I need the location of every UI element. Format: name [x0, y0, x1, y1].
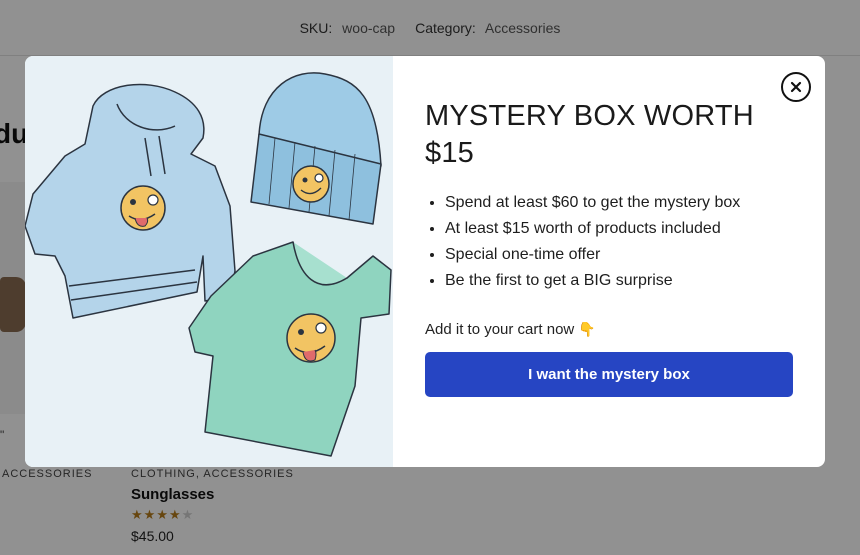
benefit-item: At least $15 worth of products included [445, 216, 793, 242]
cta-text: Add it to your cart now 👇 [425, 321, 793, 338]
benefits-list: Spend at least $60 to get the mystery bo… [425, 190, 793, 294]
popup-title: MYSTERY BOX WORTH $15 [425, 100, 754, 169]
close-button[interactable] [781, 72, 811, 102]
emoji-face-icon [286, 313, 336, 363]
popup-image [25, 56, 393, 467]
benefit-item: Spend at least $60 to get the mystery bo… [445, 190, 793, 216]
popup-content: MYSTERY BOX WORTH $15 Spend at least $60… [393, 56, 825, 467]
emoji-face-icon [120, 185, 166, 231]
hoodie-beanie-tshirt-illustration [25, 72, 392, 457]
benefit-item: Be the first to get a BIG surprise [445, 268, 793, 294]
benefit-item: Special one-time offer [445, 242, 793, 268]
close-icon [790, 81, 802, 93]
mystery-box-popup: MYSTERY BOX WORTH $15 Spend at least $60… [25, 56, 825, 467]
cta-label: Add it to your cart now [425, 321, 575, 338]
want-mystery-box-button[interactable]: I want the mystery box [425, 352, 793, 397]
pointing-down-icon: 👇 [578, 321, 596, 337]
emoji-face-icon [292, 165, 330, 203]
